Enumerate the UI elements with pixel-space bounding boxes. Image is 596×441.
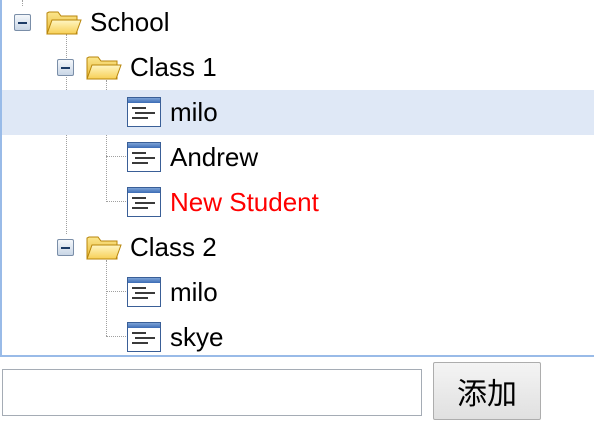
tree-node-label[interactable]: School — [90, 6, 170, 38]
leaf-node-icon — [127, 322, 161, 352]
tree-node-label[interactable]: milo — [170, 276, 218, 308]
tree-node-school[interactable]: School — [2, 0, 594, 45]
leaf-node-icon — [127, 97, 161, 127]
leaf-node-icon — [127, 187, 161, 217]
tree-node-class-1[interactable]: Class 1 — [2, 45, 594, 90]
tree-node-label[interactable]: skye — [170, 321, 223, 353]
folder-open-icon — [46, 11, 82, 35]
add-button[interactable]: 添加 — [433, 362, 541, 420]
collapse-toggle-icon[interactable] — [14, 14, 31, 31]
tree-node-student-milo[interactable]: milo — [2, 90, 594, 135]
tree-node-label[interactable]: milo — [170, 96, 218, 128]
leaf-node-icon — [127, 142, 161, 172]
tree-node-student-skye[interactable]: skye — [2, 315, 594, 360]
collapse-toggle-icon[interactable] — [57, 239, 74, 256]
collapse-toggle-icon[interactable] — [57, 59, 74, 76]
tree-node-label[interactable]: Class 1 — [130, 51, 217, 83]
leaf-node-icon — [127, 277, 161, 307]
tree-node-student-new[interactable]: New Student — [2, 180, 594, 225]
folder-open-icon — [86, 56, 122, 80]
tree-panel: School Class 1 milo Andrew New Student C… — [0, 0, 594, 357]
name-input[interactable] — [2, 369, 422, 416]
tree-node-label[interactable]: Andrew — [170, 141, 258, 173]
folder-open-icon — [86, 236, 122, 260]
tree-node-label[interactable]: Class 2 — [130, 231, 217, 263]
tree-node-label[interactable]: New Student — [170, 186, 319, 218]
tree-node-student-andrew[interactable]: Andrew — [2, 135, 594, 180]
tree-node-student-milo[interactable]: milo — [2, 270, 594, 315]
tree-node-class-2[interactable]: Class 2 — [2, 225, 594, 270]
